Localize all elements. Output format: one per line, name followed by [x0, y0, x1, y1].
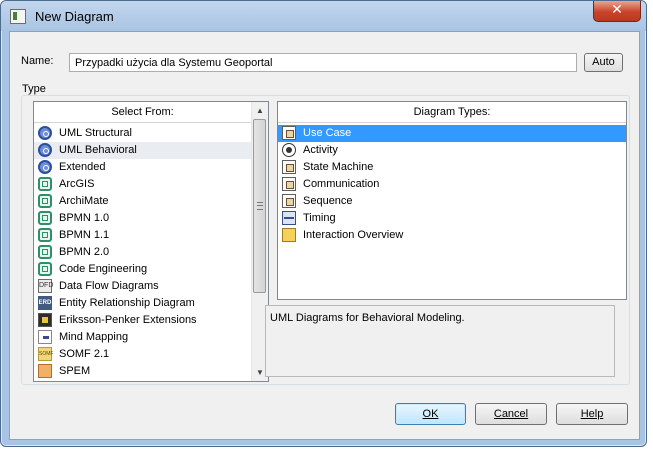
list-item-label: Entity Relationship Diagram — [59, 297, 195, 309]
window-icon — [10, 9, 26, 24]
uml-icon — [38, 143, 52, 157]
name-label: Name: — [21, 55, 54, 67]
diagram-types-header: Diagram Types: — [278, 102, 626, 123]
list-item[interactable]: Communication — [278, 176, 626, 193]
list-item-label: Code Engineering — [59, 263, 148, 275]
list-item-label: Interaction Overview — [303, 229, 404, 241]
list-item[interactable]: Interaction Overview — [278, 227, 626, 244]
type-group-label: Type — [22, 83, 48, 95]
erd-icon: ERD — [38, 296, 52, 310]
ok-button[interactable]: OK — [395, 403, 466, 425]
list-item-label: UML Structural — [59, 127, 132, 139]
diagram-types-list[interactable]: Diagram Types: Use Case Activity State Mac… — [277, 101, 627, 300]
name-input[interactable]: Przypadki użycia dla Systemu Geoportal — [69, 53, 577, 72]
list-item[interactable]: Timing — [278, 210, 626, 227]
list-item-label: SOMF 2.1 — [59, 348, 110, 360]
dfd-icon: DFD — [38, 279, 53, 293]
auto-button[interactable]: Auto — [584, 53, 623, 72]
technology-icon — [38, 228, 52, 242]
window-title: New Diagram — [35, 9, 114, 24]
list-item[interactable]: Extended — [34, 159, 251, 176]
interaction-overview-icon — [282, 228, 296, 242]
list-item[interactable]: BPMN 1.0 — [34, 210, 251, 227]
list-item[interactable]: UML Behavioral — [34, 142, 251, 159]
help-button-label: Help — [580, 408, 604, 420]
list-item[interactable]: Code Engineering — [34, 261, 251, 278]
list-item[interactable]: Mind Mapping — [34, 329, 251, 346]
select-from-list[interactable]: Select From: UML Structural UML Behaviora… — [33, 101, 269, 382]
type-group: Select From: UML Structural UML Behaviora… — [21, 95, 630, 385]
list-item-label: BPMN 1.1 — [59, 229, 110, 241]
list-item-label: Data Flow Diagrams — [59, 280, 159, 292]
technology-icon — [38, 262, 52, 276]
activity-icon — [282, 143, 296, 157]
cancel-button[interactable]: Cancel — [475, 403, 547, 425]
technology-icon — [38, 194, 52, 208]
list-item-label: Use Case — [303, 127, 352, 139]
select-from-header: Select From: — [34, 102, 251, 123]
dialog-body: Name: Przypadki użycia dla Systemu Geopo… — [9, 31, 640, 440]
list-item[interactable]: Sequence — [278, 193, 626, 210]
list-item[interactable]: UML Structural — [34, 125, 251, 142]
uml-icon — [38, 126, 52, 140]
spem-icon — [38, 364, 52, 378]
list-item[interactable]: Activity — [278, 142, 626, 159]
technology-icon — [38, 245, 52, 259]
list-item[interactable]: BPMN 1.1 — [34, 227, 251, 244]
help-button[interactable]: Help — [556, 403, 628, 425]
scroll-thumb[interactable] — [253, 119, 266, 293]
use-case-icon — [282, 126, 296, 140]
list-item[interactable]: Use Case — [278, 125, 626, 142]
list-item-label: SPEM — [59, 365, 91, 377]
mind-map-icon — [38, 330, 52, 344]
technology-icon — [38, 211, 52, 225]
list-item[interactable]: BPMN 2.0 — [34, 244, 251, 261]
list-item[interactable]: SOMF SOMF 2.1 — [34, 346, 251, 363]
list-item-label: BPMN 1.0 — [59, 212, 110, 224]
eriksson-penker-icon — [38, 313, 52, 327]
list-item-label: UML Behavioral — [59, 144, 137, 156]
somf-icon: SOMF — [38, 347, 53, 361]
list-item[interactable]: SPEM — [34, 363, 251, 380]
state-machine-icon — [282, 160, 296, 174]
technology-icon — [38, 177, 52, 191]
list-item[interactable]: ArcGIS — [34, 176, 251, 193]
timing-icon — [282, 211, 296, 225]
list-item-label: Communication — [303, 178, 380, 190]
list-item-label: Timing — [303, 212, 336, 224]
cancel-button-label: Cancel — [493, 408, 529, 420]
close-button[interactable]: ✕ — [593, 1, 641, 22]
uml-icon — [38, 160, 52, 174]
description-panel: UML Diagrams for Behavioral Modeling. — [265, 305, 615, 377]
communication-icon — [282, 177, 296, 191]
list-item-label: ArchiMate — [59, 195, 109, 207]
list-item-label: Extended — [59, 161, 106, 173]
list-item[interactable]: DFD Data Flow Diagrams — [34, 278, 251, 295]
list-item-label: Eriksson-Penker Extensions — [59, 314, 197, 326]
list-item-label: Activity — [303, 144, 338, 156]
list-item-label: BPMN 2.0 — [59, 246, 110, 258]
new-diagram-dialog: New Diagram ✕ Name: Przypadki użycia dla… — [0, 0, 647, 447]
ok-button-label: OK — [422, 408, 439, 420]
list-item[interactable]: ERD Entity Relationship Diagram — [34, 295, 251, 312]
list-item-label: Mind Mapping — [59, 331, 129, 343]
list-item-label: Sequence — [303, 195, 353, 207]
title-bar[interactable]: New Diagram ✕ — [1, 1, 646, 31]
list-item[interactable]: State Machine — [278, 159, 626, 176]
scroll-up-arrow-icon[interactable]: ▲ — [252, 102, 268, 119]
list-item-label: State Machine — [303, 161, 374, 173]
list-item[interactable]: ArchiMate — [34, 193, 251, 210]
list-item[interactable]: Eriksson-Penker Extensions — [34, 312, 251, 329]
list-item-label: ArcGIS — [59, 178, 95, 190]
sequence-icon — [282, 194, 296, 208]
